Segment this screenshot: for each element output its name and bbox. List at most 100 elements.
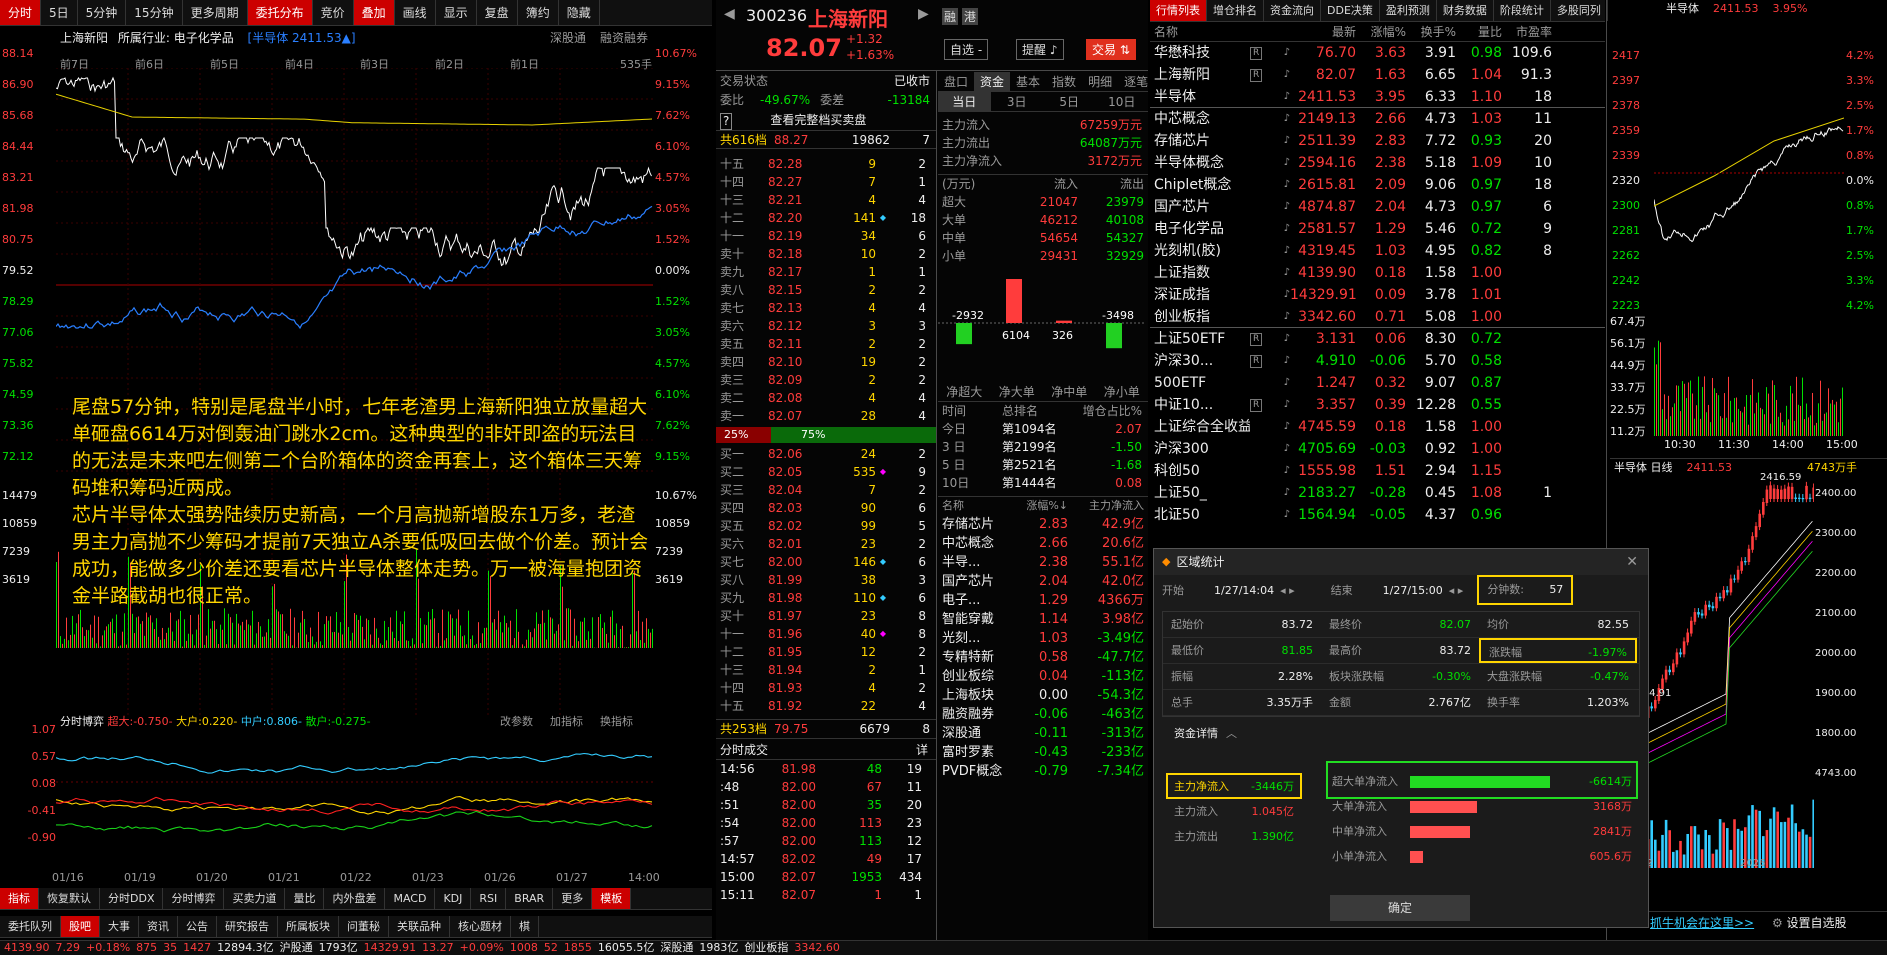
market-row[interactable]: 上证50ETF R ♪ 3.131 0.06 8.30 0.72	[1150, 328, 1605, 350]
end-time[interactable]: 1/27/15:00	[1383, 575, 1443, 607]
bid-row[interactable]: 十二81.9512◆2	[716, 643, 936, 661]
market-row[interactable]: 半导体 ♪ 2411.53 3.95 6.33 1.10 18	[1150, 86, 1605, 108]
footer-tab[interactable]: 关联品种	[389, 916, 450, 937]
full-book-row[interactable]: ? 查看完整档买卖盘	[716, 110, 936, 130]
bid-row[interactable]: 十三81.942◆1	[716, 661, 936, 679]
market-hdr[interactable]: 最新	[1290, 22, 1356, 41]
footer-tab[interactable]: 问董秘	[339, 916, 389, 937]
sector-row[interactable]: 深股通 -0.11 -313亿	[938, 724, 1148, 743]
fund-tab[interactable]: 指数	[1046, 72, 1082, 91]
indicator-tab[interactable]: 分时DDX	[100, 888, 164, 909]
market-row[interactable]: Chiplet概念 ♪ 2615.81 2.09 9.06 0.97 18	[1150, 174, 1605, 196]
market-row[interactable]: 深证成指 ♪ 14329.91 0.09 3.78 1.01	[1150, 284, 1605, 306]
tab-15min[interactable]: 15分钟	[126, 0, 183, 25]
ask-row[interactable]: 卖一82.0728◆4	[716, 407, 936, 425]
market-row[interactable]: 中证10... R ♪ 3.357 0.39 12.28 0.55	[1150, 394, 1605, 416]
add-watchlist-button[interactable]: 自选 -	[944, 39, 989, 60]
indicator-tab[interactable]: RSI	[471, 888, 507, 909]
tab-hide[interactable]: 隐藏	[559, 0, 600, 25]
trades-detail-button[interactable]: 详	[916, 739, 936, 759]
footer-tab[interactable]: 资讯	[139, 916, 178, 937]
market-row[interactable]: 存储芯片 ♪ 2511.39 2.83 7.72 0.93 20	[1150, 130, 1605, 152]
prev-stock-icon[interactable]: ◀	[724, 6, 735, 22]
period-tab[interactable]: 5日	[1043, 92, 1096, 111]
ask-row[interactable]: 卖八82.152◆2	[716, 281, 936, 299]
fund-tab[interactable]: 基本	[1010, 72, 1046, 91]
market-tab[interactable]: 多股同列	[1551, 0, 1608, 21]
bid-row[interactable]: 买二 82.05 535 ◆ 9	[716, 463, 936, 481]
sector-row[interactable]: 上海板块 0.00 -54.3亿	[938, 686, 1148, 705]
chevron-up-icon[interactable]: ︿	[1226, 721, 1237, 747]
bid-row[interactable]: 买六82.0123◆2	[716, 535, 936, 553]
market-row[interactable]: 国产芯片 ♪ 4874.87 2.04 4.73 0.97 6	[1150, 196, 1605, 218]
footer-tab[interactable]: 委托队列	[0, 916, 61, 937]
market-row[interactable]: 北证50 ♪ 1564.94 -0.05 4.37 0.96	[1150, 504, 1605, 526]
fund-tab[interactable]: 盘口	[938, 72, 974, 91]
period-tab[interactable]: 当日	[938, 92, 991, 111]
market-row[interactable]: 沪深30... R ♪ 4.910 -0.06 5.70 0.58	[1150, 350, 1605, 372]
mini-price-line[interactable]	[1654, 46, 1844, 314]
indicator-tab[interactable]: 恢复默认	[39, 888, 100, 909]
sector-row[interactable]: 融资融券 -0.06 -463亿	[938, 705, 1148, 724]
indicator-tab[interactable]: KDJ	[435, 888, 472, 909]
bid-row[interactable]: 买七 82.00 146 ◆ 6	[716, 553, 936, 571]
tab-overlay[interactable]: 叠加	[353, 0, 395, 25]
tab-5min[interactable]: 5分钟	[78, 0, 127, 25]
indicator-tab[interactable]: 量比	[285, 888, 325, 909]
bid-row[interactable]: 买三82.047◆2	[716, 481, 936, 499]
ask-row[interactable]: 卖六82.123◆3	[716, 317, 936, 335]
market-row[interactable]: 上海新阳 R ♪ 82.07 1.63 6.65 1.04 91.3	[1150, 64, 1605, 86]
market-hdr[interactable]: 换手%	[1406, 22, 1456, 41]
indicator-tab[interactable]: 内外盘差	[324, 888, 386, 909]
sector-row[interactable]: 光刻... 1.03 -3.49亿	[938, 629, 1148, 648]
tab-more-period[interactable]: 更多周期	[183, 0, 248, 25]
bid-row[interactable]: 买十81.9723◆8	[716, 607, 936, 625]
market-row[interactable]: 上证综合全收益 ♪ 4745.59 0.18 1.58 1.00	[1150, 416, 1605, 438]
sector-row[interactable]: 国产芯片 2.04 42.0亿	[938, 572, 1148, 591]
footer-tab[interactable]: 研究报告	[217, 916, 278, 937]
add-indicator-button[interactable]: 加指标	[550, 713, 583, 729]
close-icon[interactable]: ✕	[1626, 549, 1648, 575]
sector-row[interactable]: 存储芯片 2.83 42.9亿	[938, 515, 1148, 534]
ask-row[interactable]: 十五82.289◆2	[716, 155, 936, 173]
detail-row[interactable]: 资金详情 ︿	[1154, 721, 1648, 747]
alert-button[interactable]: 提醒 ♪	[1016, 39, 1064, 60]
market-row[interactable]: 上证50_ ♪ 2183.27 -0.28 0.45 1.08 1	[1150, 482, 1605, 504]
end-stepper-icon[interactable]: ◂ ▸	[1449, 575, 1464, 607]
sector-hdr[interactable]: 主力净流入	[1068, 497, 1144, 515]
ask-row[interactable]: 十三82.214◆4	[716, 191, 936, 209]
ask-row[interactable]: 卖七82.134◆4	[716, 299, 936, 317]
fund-tab[interactable]: 资金	[974, 72, 1011, 91]
indicator-tab[interactable]: BRAR	[506, 888, 554, 909]
market-row[interactable]: 华懋科技 R ♪ 76.70 3.63 3.91 0.98 109.6	[1150, 42, 1605, 64]
tab-sim[interactable]: 簿约	[518, 0, 559, 25]
ask-row[interactable]: 十二 82.20 141 ◆ 18	[716, 209, 936, 227]
market-row[interactable]: 创业板指 ♪ 3342.60 0.71 5.08 1.00	[1150, 306, 1605, 328]
indicator-tab[interactable]: 模板	[592, 888, 632, 909]
indicator-tab[interactable]: 分时博弈	[163, 888, 225, 909]
sector-hdr[interactable]: 涨幅%↓	[1018, 497, 1068, 515]
indicator-tab[interactable]: 买卖力道	[224, 888, 286, 909]
market-row[interactable]: 光刻机(胶) ♪ 4319.45 1.03 4.95 0.82 8	[1150, 240, 1605, 262]
bid-row[interactable]: 买四82.0390◆6	[716, 499, 936, 517]
tab-intraday[interactable]: 分时	[0, 0, 42, 25]
market-tab[interactable]: 资金流向	[1264, 0, 1321, 21]
indicator-tab[interactable]: 指标	[0, 888, 39, 909]
sector-row[interactable]: PVDF概念 -0.79 -7.34亿	[938, 762, 1148, 781]
start-stepper-icon[interactable]: ◂ ▸	[1280, 575, 1295, 607]
ask-row[interactable]: 十一82.1934◆6	[716, 227, 936, 245]
ask-row[interactable]: 卖九82.171◆1	[716, 263, 936, 281]
trade-button[interactable]: 交易 ⇅	[1086, 39, 1136, 60]
sector-row[interactable]: 专精特新 0.58 -47.7亿	[938, 648, 1148, 667]
tab-order-dist[interactable]: 委托分布	[247, 0, 313, 25]
market-tab[interactable]: 增仓排名	[1207, 0, 1264, 21]
market-row[interactable]: 半导体概念 ♪ 2594.16 2.38 5.18 1.09 10	[1150, 152, 1605, 174]
market-row[interactable]: 电子化学品 ♪ 2581.57 1.29 5.46 0.72 9	[1150, 218, 1605, 240]
period-tab[interactable]: 10日	[1096, 92, 1149, 111]
footer-tab[interactable]: 公告	[178, 916, 217, 937]
intraday-chart[interactable]	[56, 68, 653, 716]
sector-row[interactable]: 半导... 2.38 55.1亿	[938, 553, 1148, 572]
bid-row[interactable]: 买九 81.98 110 ◆ 6	[716, 589, 936, 607]
ad-link[interactable]: 抓牛机会在这里>>	[1650, 916, 1754, 930]
market-row[interactable]: 500ETF ♪ 1.247 0.32 9.07 0.87	[1150, 372, 1605, 394]
